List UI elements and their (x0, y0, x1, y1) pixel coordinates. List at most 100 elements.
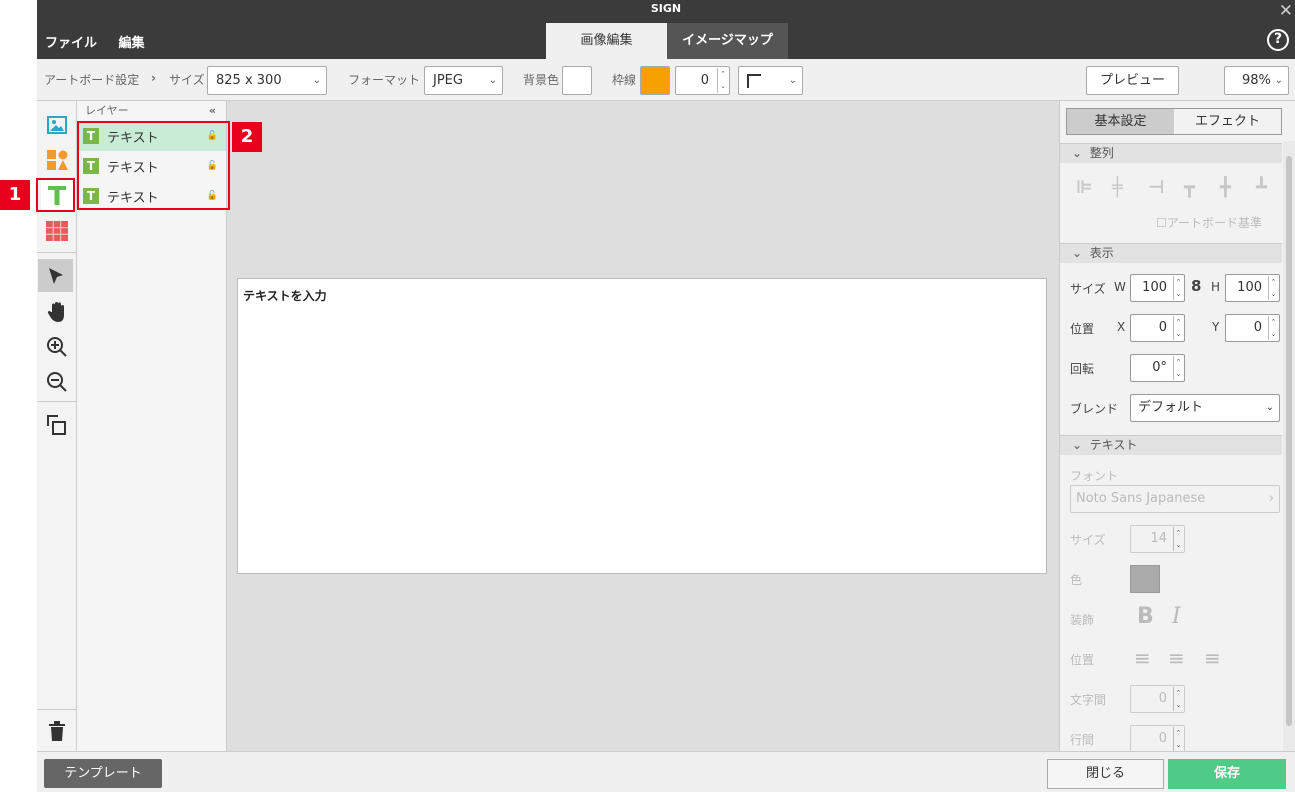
text-color-swatch[interactable] (1130, 565, 1160, 593)
save-button[interactable]: 保存 (1168, 759, 1286, 789)
bg-color-swatch[interactable] (562, 66, 592, 95)
letter-spacing-label: 文字間 (1070, 693, 1107, 707)
collapse-icon[interactable]: « (209, 101, 216, 121)
stepper-icon[interactable]: ⌃ ⌄ (1173, 316, 1183, 340)
artboard-ref-checkbox[interactable]: ☐アートボード基準 (1156, 214, 1262, 231)
tab-effects[interactable]: エフェクト (1174, 109, 1281, 134)
zoom-in-icon[interactable] (41, 332, 73, 362)
menu-file[interactable]: ファイル (45, 36, 97, 51)
panel-tabs: 基本設定 エフェクト (1066, 108, 1282, 135)
size-select[interactable]: 825 x 300 ⌄ (207, 66, 327, 95)
artboard[interactable]: テキストを入力 (237, 278, 1047, 574)
layers-header: レイヤー « (77, 101, 226, 121)
x-value: 0 (1158, 320, 1167, 335)
stepper-icon[interactable]: ⌃ ⌄ (1268, 276, 1278, 300)
text-section-title: テキスト (1089, 438, 1138, 452)
preview-button[interactable]: プレビュー (1086, 66, 1179, 95)
align-section-header[interactable]: ⌄ 整列 (1060, 143, 1282, 163)
stepper-icon[interactable]: ⌃ ⌄ (717, 68, 728, 93)
x-input[interactable]: 0 ⌃ ⌄ (1130, 314, 1185, 342)
template-button[interactable]: テンプレート (44, 759, 162, 788)
line-spacing-input[interactable]: 0 ⌃ ⌄ (1130, 725, 1185, 753)
align-left-icon: ⊫ (1076, 177, 1093, 198)
rotation-input[interactable]: 0° ⌃ ⌄ (1130, 354, 1185, 382)
letter-spacing-value: 0 (1158, 691, 1167, 706)
callout-1: 1 (0, 180, 30, 210)
size-value: 825 x 300 (216, 73, 282, 88)
stepper-icon[interactable]: ⌃ ⌄ (1268, 316, 1278, 340)
width-value: 100 (1142, 280, 1167, 295)
stepper-icon[interactable]: ⌃ ⌄ (1173, 356, 1183, 380)
format-label: フォーマット (348, 73, 421, 87)
tab-basic-settings[interactable]: 基本設定 (1067, 109, 1174, 134)
zoom-select[interactable]: 98% ⌄ (1224, 66, 1289, 95)
border-width-input[interactable]: 0 ⌃ ⌄ (675, 66, 730, 95)
format-value: JPEG (433, 73, 463, 88)
width-label: W (1114, 280, 1126, 294)
height-input[interactable]: 100 ⌃ ⌄ (1225, 274, 1280, 302)
scrollbar-thumb[interactable] (1286, 156, 1292, 726)
position-label: 位置 (1070, 322, 1095, 336)
link-icon[interactable]: 8 (1191, 277, 1201, 295)
select-arrow-icon[interactable] (38, 259, 73, 292)
stepper-icon[interactable]: ⌃ ⌄ (1173, 527, 1183, 551)
shapes-icon[interactable] (41, 145, 73, 175)
font-select[interactable]: Noto Sans Japanese › (1070, 485, 1280, 513)
canvas-area: テキストを入力 (227, 101, 1059, 751)
window-title: SIGN (650, 2, 682, 15)
align-center-v-icon: ╋ (1220, 177, 1231, 198)
layer-order-icon[interactable] (41, 410, 73, 440)
stepper-icon[interactable]: ⌃ ⌄ (1173, 687, 1183, 711)
width-input[interactable]: 100 ⌃ ⌄ (1130, 274, 1185, 302)
border-color-swatch[interactable] (640, 66, 670, 95)
divider (37, 401, 77, 402)
tab-image-edit[interactable]: 画像編集 (546, 23, 667, 59)
bold-icon[interactable]: B (1137, 604, 1154, 629)
text-align-center-icon[interactable]: ≡ (1168, 646, 1185, 670)
height-value: 100 (1237, 280, 1262, 295)
blend-select[interactable]: デフォルト ⌄ (1130, 394, 1280, 422)
zoom-out-icon[interactable] (41, 367, 73, 397)
bg-color-label: 背景色 (523, 73, 560, 87)
help-icon[interactable]: ? (1267, 29, 1289, 51)
text-section-header[interactable]: ⌄ テキスト (1060, 435, 1282, 455)
panel-scrollbar[interactable] (1283, 141, 1295, 751)
y-input[interactable]: 0 ⌃ ⌄ (1225, 314, 1280, 342)
text-align-right-icon[interactable]: ≡ (1204, 646, 1221, 670)
hand-icon[interactable] (41, 297, 73, 327)
tab-image-map[interactable]: イメージマップ (667, 23, 788, 59)
blend-value: デフォルト (1138, 400, 1204, 415)
divider (37, 252, 77, 253)
display-section-header[interactable]: ⌄ 表示 (1060, 243, 1282, 263)
image-icon[interactable] (41, 110, 73, 140)
breadcrumb: アートボード設定 (44, 73, 140, 87)
letter-spacing-input[interactable]: 0 ⌃ ⌄ (1130, 685, 1185, 713)
chevron-right-icon: › (1268, 491, 1274, 506)
zoom-value: 98% (1242, 73, 1271, 88)
y-label: Y (1212, 320, 1220, 334)
x-label: X (1117, 320, 1126, 334)
mode-tabs: 画像編集 イメージマップ (546, 23, 788, 59)
rotation-value: 0° (1152, 360, 1167, 375)
border-label: 枠線 (612, 73, 637, 87)
size-label: サイズ (169, 73, 205, 87)
layers-title: レイヤー (85, 104, 129, 117)
trash-icon[interactable] (41, 716, 73, 746)
font-size-input[interactable]: 14 ⌃ ⌄ (1130, 525, 1185, 553)
stepper-icon[interactable]: ⌃ ⌄ (1173, 276, 1183, 300)
border-style-select[interactable]: ⌄ (738, 66, 803, 95)
menu-edit[interactable]: 編集 (119, 36, 145, 51)
menu-bar: ファイル 編集 (45, 32, 162, 51)
close-icon[interactable]: ✕ (1279, 0, 1293, 22)
rotation-label: 回転 (1070, 362, 1095, 376)
table-icon[interactable] (41, 216, 73, 246)
font-size-label: サイズ (1070, 533, 1106, 547)
italic-icon[interactable]: I (1172, 604, 1181, 629)
properties-panel: 基本設定 エフェクト ⌄ 整列 ⊫ ╪ ⊣ ┳ ╋ ┻ ☐アートボード基準 ⌄ … (1059, 101, 1295, 753)
text-align-left-icon[interactable]: ≡ (1134, 646, 1151, 670)
format-select[interactable]: JPEG ⌄ (424, 66, 503, 95)
artboard-text[interactable]: テキストを入力 (243, 287, 327, 304)
callout-1-frame (36, 178, 75, 212)
close-button[interactable]: 閉じる (1047, 759, 1164, 789)
stepper-icon[interactable]: ⌃ ⌄ (1173, 727, 1183, 751)
